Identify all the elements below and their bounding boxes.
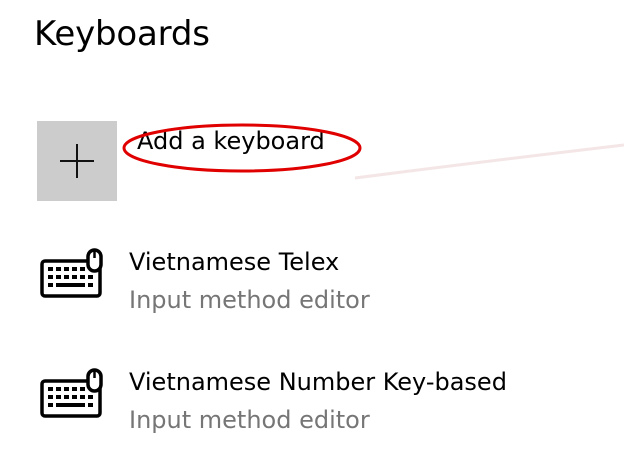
- keyboard-item-vietnamese-telex[interactable]: Vietnamese Telex Input method editor: [37, 243, 597, 333]
- keyboard-name: Vietnamese Number Key-based: [129, 368, 507, 396]
- keyboard-type: Input method editor: [129, 286, 370, 314]
- add-keyboard-label[interactable]: Add a keyboard: [137, 127, 325, 155]
- add-keyboard-button[interactable]: Add a keyboard: [37, 121, 597, 201]
- keyboard-type: Input method editor: [129, 406, 370, 434]
- keyboard-item-vietnamese-number-key-based[interactable]: Vietnamese Number Key-based Input method…: [37, 363, 597, 453]
- add-keyboard-tile[interactable]: [37, 121, 117, 201]
- keyboard-icon: [40, 248, 103, 298]
- keyboards-settings-page: Keyboards Add a keyboard Vietnamese Tele…: [0, 0, 624, 454]
- keyboard-icon: [40, 368, 103, 418]
- keyboard-name: Vietnamese Telex: [129, 248, 340, 276]
- page-title: Keyboards: [34, 14, 210, 54]
